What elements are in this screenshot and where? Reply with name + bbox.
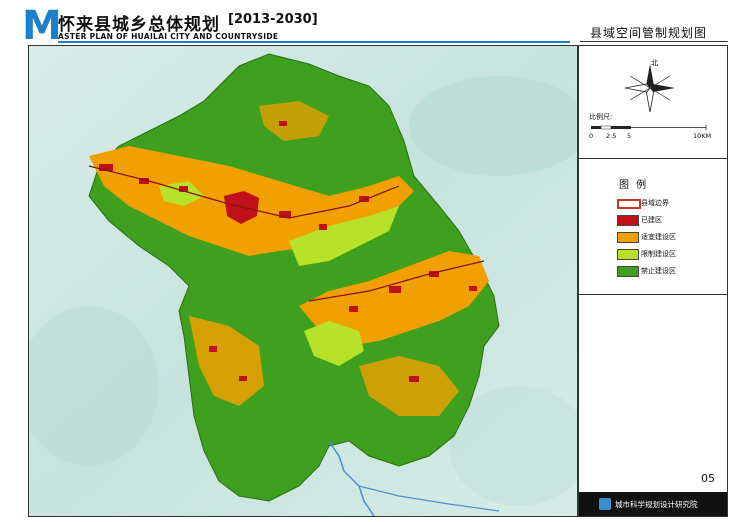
footer-bar: 城市科学规划设计研究院 [579, 492, 727, 516]
legend-label: 已建区 [641, 216, 662, 224]
legend-label: 禁止建设区 [641, 267, 676, 275]
scale-label: 比例尺: [589, 113, 613, 121]
plan-title-english: ASTER PLAN OF HUAILAI CITY AND COUNTRYSI… [58, 32, 279, 41]
institute-logo-icon [599, 498, 611, 510]
logo: M [22, 3, 62, 49]
legend-title: 图 例 [619, 180, 649, 191]
legend-swatch [617, 215, 639, 226]
scale-tick: 10KM [693, 132, 712, 140]
panel-divider [579, 158, 727, 159]
legend-swatch [617, 232, 639, 243]
legend-label: 限制建设区 [641, 250, 676, 258]
zone-built [409, 376, 419, 382]
map-frame [28, 45, 578, 517]
institute-name: 城市科学规划设计研究院 [615, 500, 698, 509]
map-title-rule [580, 41, 728, 42]
page-number: 05 [701, 472, 715, 485]
zone-built [469, 286, 477, 291]
zone-built [209, 346, 217, 352]
north-arrow-icon [624, 64, 675, 113]
scale-tick: 2.5 [606, 132, 617, 140]
zone-built [239, 376, 247, 381]
zone-built [279, 121, 287, 126]
map-title: 县域空间管制规划图 [590, 26, 708, 40]
panel-divider [579, 294, 727, 295]
map-legend-panel: 北 比例尺: 0 2.5 5 10KM 图 例 县域边界 已建区 适宜建设区 限… [578, 45, 728, 517]
map-sheet: M 怀来县城乡总体规划 [2013-2030] ASTER PLAN OF HU… [0, 0, 740, 522]
scale-tick: 0 [589, 132, 594, 140]
legend-swatch [617, 199, 641, 209]
legend-swatch [617, 249, 639, 260]
zone-built [349, 306, 358, 312]
scale-tick: 5 [627, 132, 632, 140]
legend-label: 县域边界 [641, 199, 669, 207]
header-rule [58, 41, 570, 43]
zone-built [319, 224, 327, 230]
county-map [29, 46, 577, 516]
legend-label: 适宜建设区 [641, 233, 676, 241]
north-label: 北 [651, 59, 658, 67]
zone-built [389, 286, 401, 293]
plan-years: [2013-2030] [228, 12, 318, 27]
legend-swatch [617, 266, 639, 277]
